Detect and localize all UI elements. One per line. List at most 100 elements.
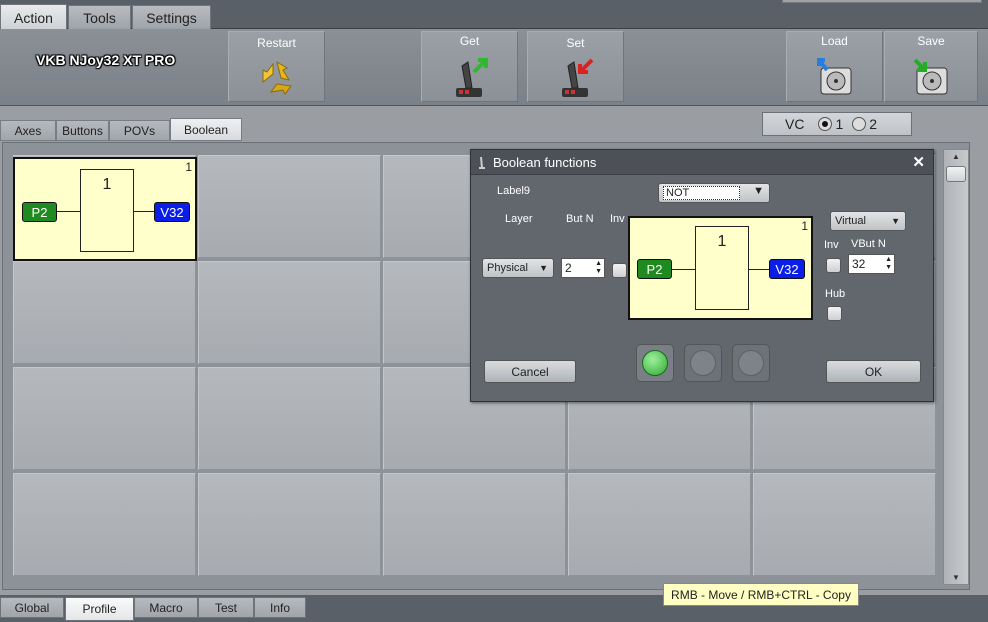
toolbar: VKB NJoy32 XT PRO Restart Get Set Load S… <box>0 29 988 106</box>
paste-icon <box>690 350 716 376</box>
set-button[interactable]: Set <box>527 31 624 102</box>
scroll-up-icon[interactable]: ▲ <box>944 152 968 161</box>
preview-block-number: 1 <box>801 219 808 233</box>
grid-cell[interactable] <box>753 473 936 576</box>
input-pill: P2 <box>22 202 57 222</box>
chevron-down-icon: ▼ <box>891 216 900 226</box>
vertical-scrollbar[interactable]: ▲ ▼ <box>943 149 969 585</box>
tab-macro[interactable]: Macro <box>134 597 198 618</box>
preview-input-wire <box>672 269 696 270</box>
block-number: 1 <box>185 160 192 174</box>
close-icon[interactable]: ✕ <box>912 153 925 171</box>
tab-action[interactable]: Action <box>0 4 67 30</box>
scroll-thumb[interactable] <box>946 166 966 182</box>
joystick-set-icon <box>561 58 593 97</box>
butn-label: But N <box>566 213 594 225</box>
tooltip: RMB - Move / RMB+CTRL - Copy <box>663 583 859 606</box>
grid-cell[interactable] <box>13 261 196 364</box>
vbutn-spinner[interactable]: 32 ▲ ▼ <box>848 254 895 274</box>
scroll-down-icon[interactable]: ▼ <box>944 573 968 582</box>
paste-button[interactable] <box>684 344 722 382</box>
layer-select[interactable]: Physical ▼ <box>482 258 554 278</box>
restart-label: Restart <box>257 36 296 50</box>
preview-gate-label: 1 <box>717 233 727 250</box>
harddisk-save-icon <box>913 58 948 95</box>
chevron-down-icon: ▼ <box>539 263 548 273</box>
top-right-strip <box>782 0 982 3</box>
copy-icon <box>642 350 668 376</box>
tab-axes[interactable]: Axes <box>0 120 56 141</box>
input-wire <box>57 211 81 212</box>
hub-checkbox[interactable] <box>827 306 842 321</box>
undo-icon <box>738 350 764 376</box>
preview-output-wire <box>748 269 770 270</box>
tab-info[interactable]: Info <box>254 597 306 618</box>
grid-cell[interactable] <box>13 473 196 576</box>
spinner-arrows-icon[interactable]: ▲ ▼ <box>885 256 892 272</box>
gate-label: 1 <box>102 176 112 193</box>
joystick-get-icon <box>455 58 488 97</box>
inv2-checkbox[interactable] <box>826 258 841 273</box>
restart-button[interactable]: Restart <box>228 31 325 102</box>
vc-radio-2[interactable] <box>852 117 867 131</box>
save-button[interactable]: Save <box>884 31 978 102</box>
grid-cell[interactable] <box>198 261 381 364</box>
chevron-down-icon: ▼ <box>753 185 764 197</box>
tab-test[interactable]: Test <box>198 597 254 618</box>
output-pill: V32 <box>154 202 190 222</box>
butn-value: 2 <box>565 261 572 275</box>
tab-profile[interactable]: Profile <box>65 597 134 621</box>
cancel-button[interactable]: Cancel <box>484 360 576 383</box>
inv-checkbox[interactable] <box>612 263 627 278</box>
get-label: Get <box>459 34 480 48</box>
inv-label: Inv <box>610 213 625 225</box>
function-value: NOT <box>663 186 741 200</box>
preview-logic-gate: 1 <box>695 226 749 310</box>
preview-boolean-block: 1 1 P2 V32 <box>628 216 813 320</box>
function-select[interactable]: NOT ▼ <box>658 183 770 203</box>
tab-buttons[interactable]: Buttons <box>56 120 109 141</box>
get-button[interactable]: Get <box>421 31 518 102</box>
logic-gate: 1 <box>80 169 134 252</box>
vc-radio-1-label: 1 <box>835 116 844 132</box>
hub-label: Hub <box>825 288 846 300</box>
tab-povs[interactable]: POVs <box>109 120 170 141</box>
grid-cell[interactable] <box>13 367 196 470</box>
grid-cell[interactable] <box>198 367 381 470</box>
ok-button[interactable]: OK <box>826 360 921 383</box>
vc-selector: VC 1 2 <box>762 112 912 136</box>
tab-global[interactable]: Global <box>0 597 64 618</box>
boolean-functions-dialog: Boolean functions ✕ Label9 NOT ▼ Layer B… <box>470 149 934 402</box>
tab-boolean[interactable]: Boolean <box>170 118 242 141</box>
save-label: Save <box>917 34 945 48</box>
spinner-arrows-icon[interactable]: ▲ ▼ <box>595 260 602 276</box>
virtual-select[interactable]: Virtual ▼ <box>830 211 906 231</box>
load-button[interactable]: Load <box>786 31 883 102</box>
undo-button[interactable] <box>732 344 770 382</box>
tab-settings[interactable]: Settings <box>132 5 211 29</box>
dialog-titlebar: Boolean functions ✕ <box>471 150 933 175</box>
vbutn-value: 32 <box>852 257 866 271</box>
grid-cell[interactable] <box>198 155 381 258</box>
grid-cell[interactable] <box>383 473 566 576</box>
preview-input-pill: P2 <box>637 259 672 279</box>
dialog-title: Boolean functions <box>493 155 597 170</box>
joystick-small-icon <box>479 156 485 169</box>
vc-label: VC <box>785 116 805 132</box>
tab-tools[interactable]: Tools <box>68 5 131 29</box>
output-wire <box>133 211 155 212</box>
vbutn-label: VBut N <box>851 238 886 250</box>
vc-radio-1[interactable] <box>818 117 833 131</box>
top-tab-bar: Action Tools Settings <box>0 0 988 30</box>
layer-label: Layer <box>505 213 533 225</box>
device-name: VKB NJoy32 XT PRO <box>36 52 176 68</box>
vc-radio-2-label: 2 <box>869 116 878 132</box>
butn-spinner[interactable]: 2 ▲ ▼ <box>561 258 605 278</box>
load-label: Load <box>821 34 848 48</box>
copy-button[interactable] <box>636 344 674 382</box>
inv2-label: Inv <box>824 239 839 251</box>
boolean-block[interactable]: 1 1 P2 V32 <box>13 157 197 261</box>
grid-cell[interactable] <box>198 473 381 576</box>
grid-cell[interactable] <box>568 473 751 576</box>
virtual-value: Virtual <box>835 215 866 227</box>
